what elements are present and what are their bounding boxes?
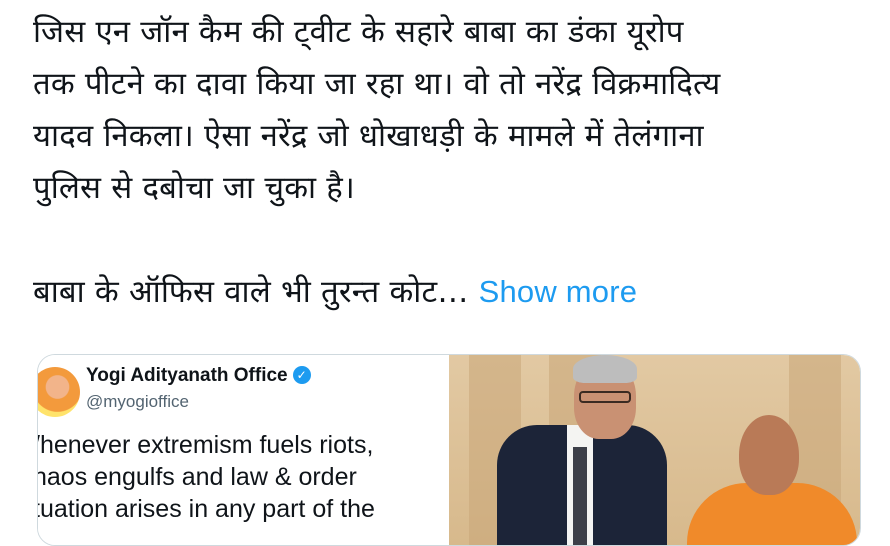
quoted-tweet-body: /henever extremism fuels riots, haos eng… <box>37 429 453 525</box>
tweet-line: यादव निकला। ऐसा नरेंद्र जो धोखाधड़ी के म… <box>33 118 704 154</box>
tweet-text: जिस एन जॉन कैम की ट्वीट के सहारे बाबा का… <box>33 6 873 318</box>
tweet-truncated-text: बाबा के ऑफिस वाले भी तुरन्त कोट… <box>33 274 469 310</box>
quoted-body-line: haos engulfs and law & order <box>37 463 357 491</box>
media-attachment[interactable]: Yogi Adityanath Office ✓ @myogioffice /he… <box>37 354 861 546</box>
show-more-link[interactable]: Show more <box>479 274 638 309</box>
avatar <box>38 367 80 417</box>
photo-two-men[interactable] <box>449 355 860 545</box>
quoted-body-line: tuation arises in any part of the <box>37 495 375 523</box>
monk-head <box>739 415 799 495</box>
man-hair <box>573 355 637 383</box>
tweet-line: तक पीटने का दावा किया जा रहा था। वो तो न… <box>33 66 721 102</box>
verified-badge-icon: ✓ <box>292 366 311 384</box>
quoted-tweet-screenshot[interactable]: Yogi Adityanath Office ✓ @myogioffice /he… <box>38 355 449 545</box>
tweet-line-last: बाबा के ऑफिस वाले भी तुरन्त कोट… Show mo… <box>33 266 873 318</box>
quoted-author-name: Yogi Adityanath Office ✓ <box>86 365 311 387</box>
glasses <box>579 391 631 403</box>
tweet-line: जिस एन जॉन कैम की ट्वीट के सहारे बाबा का… <box>33 14 684 50</box>
tie <box>573 447 587 545</box>
quoted-author-name-text: Yogi Adityanath Office <box>86 365 288 386</box>
quoted-author-handle: @myogioffice <box>86 392 189 411</box>
quoted-body-line: /henever extremism fuels riots, <box>37 431 374 459</box>
tweet-line: पुलिस से दबोचा जा चुका है। <box>33 170 355 206</box>
